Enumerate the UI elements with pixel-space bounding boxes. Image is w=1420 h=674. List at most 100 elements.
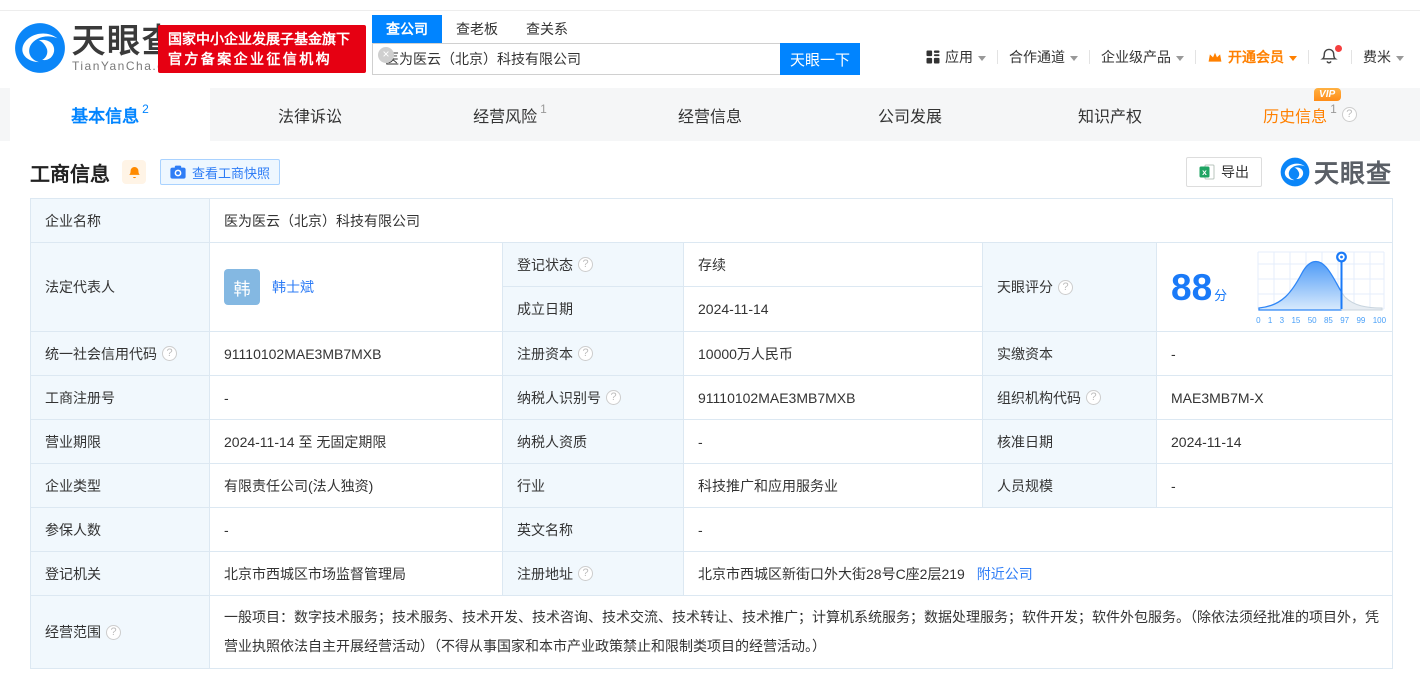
excel-icon: x <box>1199 164 1215 180</box>
value-reg-number: - <box>209 375 503 420</box>
value-score: 88 分 0 1 3 15 50 85 97 99 100 <box>1155 242 1394 332</box>
search-input[interactable] <box>372 43 780 75</box>
watermark-label: 天眼查 <box>1313 160 1392 188</box>
nav-user[interactable]: 费米 <box>1363 47 1404 67</box>
help-icon[interactable]: ? <box>578 566 593 581</box>
search-tab-relation[interactable]: 查关系 <box>512 15 582 43</box>
tab-ip-label: 知识产权 <box>1077 108 1142 126</box>
nav-vip-label: 开通会员 <box>1228 49 1284 65</box>
help-icon[interactable]: ? <box>606 390 621 405</box>
help-icon[interactable]: ? <box>1086 390 1101 405</box>
tab-risk-badge: 1 <box>540 101 547 116</box>
value-business-term: 2024-11-14 至 无固定期限 <box>209 419 503 464</box>
tab-history-label: 历史信息 <box>1263 108 1328 126</box>
legal-rep-link[interactable]: 韩士斌 <box>272 277 314 297</box>
value-org-code: MAE3MB7M-X <box>1155 375 1394 420</box>
camera-icon <box>170 165 186 179</box>
export-button[interactable]: x 导出 <box>1185 157 1262 187</box>
label-paid-capital: 实缴资本 <box>982 331 1157 376</box>
value-reg-authority: 北京市西城区市场监督管理局 <box>209 551 503 596</box>
value-approval-date: 2024-11-14 <box>1155 419 1394 464</box>
help-icon[interactable]: ? <box>1341 107 1357 122</box>
label-reg-capital: 注册资本? <box>502 331 684 376</box>
search-area: 查公司 查老板 查关系 天眼一下 <box>372 15 860 75</box>
label-english-name: 英文名称 <box>502 507 684 552</box>
help-icon[interactable]: ? <box>1058 279 1073 295</box>
tab-operation[interactable]: 经营信息 <box>610 88 810 141</box>
nav-user-label: 费米 <box>1363 49 1391 65</box>
help-icon[interactable]: ? <box>578 257 593 272</box>
tab-development[interactable]: 公司发展 <box>810 88 1010 141</box>
vip-badge: VIP <box>1314 87 1342 101</box>
nav-divider <box>997 50 998 64</box>
notification-dot <box>1335 45 1342 52</box>
chevron-down-icon <box>1176 55 1184 61</box>
tab-legal[interactable]: 法律诉讼 <box>210 88 410 141</box>
search-tab-company[interactable]: 查公司 <box>372 15 442 43</box>
label-reg-number: 工商注册号 <box>30 375 210 420</box>
label-approval-date: 核准日期 <box>982 419 1157 464</box>
label-industry: 行业 <box>502 463 684 508</box>
nav-partner-label: 合作通道 <box>1009 49 1065 65</box>
monitor-bell-icon[interactable] <box>122 160 146 184</box>
value-insured-count: - <box>209 507 503 552</box>
value-reg-status: 存续 <box>683 242 983 287</box>
value-company-name: 医为医云（北京）科技有限公司 <box>208 198 1394 243</box>
value-taxpayer-quality: - <box>683 419 983 464</box>
snapshot-button-label: 查看工商快照 <box>192 165 271 181</box>
label-org-code: 组织机构代码? <box>982 375 1157 420</box>
notification-bell-icon[interactable] <box>1320 45 1342 67</box>
label-score: 天眼评分? <box>982 242 1157 332</box>
search-tab-boss[interactable]: 查老板 <box>442 15 512 43</box>
label-staff-size: 人员规模 <box>982 463 1157 508</box>
nav-partner[interactable]: 合作通道 <box>1009 47 1078 67</box>
search-button[interactable]: 天眼一下 <box>780 43 860 75</box>
score-value: 88 <box>1171 266 1213 308</box>
help-icon[interactable]: ? <box>106 624 121 640</box>
search-clear-icon[interactable]: × <box>378 47 394 63</box>
nav-apps-label: 应用 <box>945 49 973 65</box>
chevron-down-icon <box>978 55 986 61</box>
nearby-companies-link[interactable]: 附近公司 <box>977 566 1033 582</box>
value-reg-address: 北京市西城区新街口外大街28号C座2层219 附近公司 <box>682 551 1394 596</box>
legal-rep-avatar[interactable]: 韩 <box>224 269 260 305</box>
export-button-label: 导出 <box>1220 164 1249 180</box>
label-reg-address: 注册地址? <box>502 551 684 596</box>
nav-apps[interactable]: 应用 <box>926 47 986 67</box>
chevron-down-icon <box>1396 55 1404 61</box>
nav-divider <box>1308 50 1309 64</box>
snapshot-button[interactable]: 查看工商快照 <box>160 159 281 185</box>
nav-divider <box>1089 50 1090 64</box>
header: 天眼查 TianYanCha.com 国家中小企业发展子基金旗下 官方备案企业征… <box>0 11 1420 88</box>
tianyancha-watermark: 天眼查 <box>1280 154 1392 190</box>
label-legal-rep: 法定代表人 <box>30 242 210 332</box>
help-icon[interactable]: ? <box>162 346 177 361</box>
nav-enterprise[interactable]: 企业级产品 <box>1101 47 1184 67</box>
chevron-down-icon <box>1289 55 1297 61</box>
tab-history[interactable]: 历史信息 VIP 1 ? <box>1210 87 1410 141</box>
section-title: 工商信息 <box>30 163 110 186</box>
gov-certification-badge: 国家中小企业发展子基金旗下 官方备案企业征信机构 <box>158 25 366 73</box>
section-header: 工商信息 查看工商快照 x 导出 天眼查 <box>30 152 1392 192</box>
help-icon[interactable]: ? <box>578 346 593 361</box>
tab-legal-label: 法律诉讼 <box>277 108 342 126</box>
gov-badge-line2: 官方备案企业征信机构 <box>168 51 332 67</box>
value-est-date: 2024-11-14 <box>683 286 983 332</box>
nav-divider <box>1351 50 1352 64</box>
value-paid-capital: - <box>1155 331 1394 376</box>
label-business-scope: 经营范围? <box>30 595 210 669</box>
tianyancha-swirl-icon <box>15 23 65 73</box>
value-taxpayer-id: 91110102MAE3MB7MXB <box>683 375 983 420</box>
label-taxpayer-quality: 纳税人资质 <box>502 419 684 464</box>
company-tab-bar: 基本信息 2 法律诉讼 经营风险 1 经营信息 公司发展 知识产权 历史信息 V… <box>0 87 1420 141</box>
tab-ip[interactable]: 知识产权 <box>1010 88 1210 141</box>
tab-basic-info[interactable]: 基本信息 2 <box>10 88 210 141</box>
tab-risk[interactable]: 经营风险 1 <box>410 88 610 141</box>
chevron-down-icon <box>1070 55 1078 61</box>
label-est-date: 成立日期 <box>502 286 684 332</box>
value-legal-rep: 韩 韩士斌 <box>209 242 503 332</box>
label-company-name: 企业名称 <box>30 198 210 243</box>
label-reg-authority: 登记机关 <box>30 551 210 596</box>
nav-vip-upgrade[interactable]: 开通会员 <box>1207 47 1297 67</box>
tab-basic-info-badge: 2 <box>142 101 149 116</box>
